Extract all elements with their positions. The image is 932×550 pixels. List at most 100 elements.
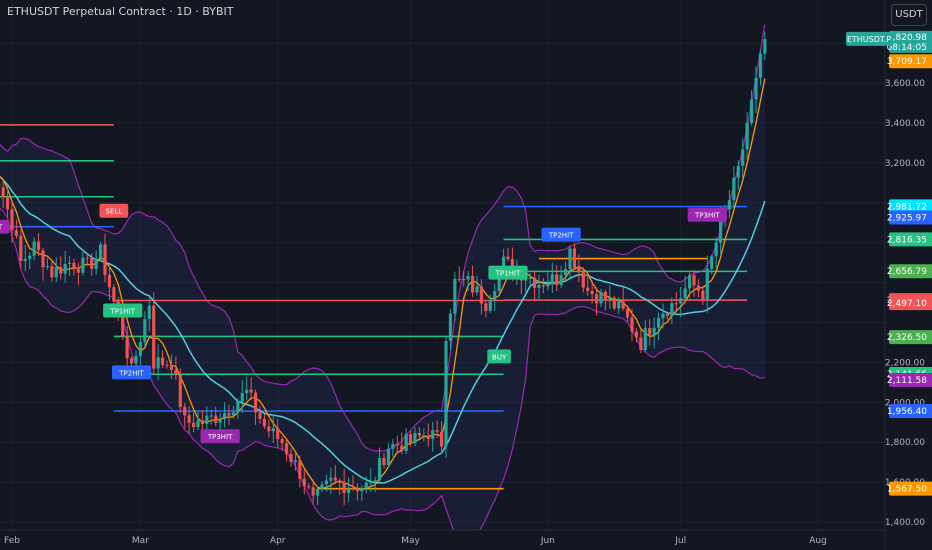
- candle-body: [696, 285, 701, 291]
- candle-body: [262, 418, 267, 427]
- candle-body: [355, 488, 360, 492]
- candle-body: [422, 435, 426, 437]
- price-tick-label: 1,400.00: [885, 518, 925, 528]
- candle-body: [488, 300, 492, 311]
- candle-body: [479, 286, 484, 304]
- candle-body: [639, 337, 643, 351]
- candle-body: [377, 457, 382, 481]
- candle-body: [665, 313, 670, 316]
- candlestick-chart[interactable]: SELLBUYTP1HITTP1HITTP2HITTP3HITTP1HITTP2…: [0, 0, 932, 550]
- time-tick-label: May: [401, 536, 420, 546]
- candle-body: [754, 77, 758, 100]
- candle-body: [462, 278, 466, 280]
- candle-body: [621, 301, 625, 309]
- candle-body: [577, 268, 581, 273]
- candle-body: [369, 481, 373, 483]
- candle-body: [222, 413, 227, 420]
- candle-body: [453, 278, 457, 314]
- price-label-text: 1,567.50: [887, 485, 927, 495]
- candle-body: [732, 177, 736, 201]
- candle-body: [214, 415, 218, 423]
- time-axis[interactable]: Feb Mar Apr May Jun Jul Aug: [0, 529, 885, 550]
- candle-body: [165, 365, 169, 367]
- candle-body: [413, 433, 417, 443]
- candle-body: [674, 303, 678, 305]
- candle-body: [249, 389, 253, 393]
- candle-body: [138, 342, 143, 356]
- candle-body: [484, 303, 488, 311]
- candle-body: [617, 301, 621, 309]
- candle-body: [506, 256, 510, 259]
- price-label-text: 2,816.35: [887, 235, 927, 245]
- candle-body: [572, 248, 577, 269]
- candle-body: [581, 272, 585, 288]
- candle-body: [240, 393, 244, 402]
- candle-body: [103, 244, 107, 275]
- candle-body: [563, 268, 568, 276]
- candle-body: [183, 406, 187, 416]
- candle-body: [346, 488, 351, 494]
- candle-body: [191, 422, 196, 427]
- candle-body: [231, 412, 236, 416]
- candle-body: [196, 420, 200, 427]
- candle-body: [72, 262, 76, 270]
- candle-body: [727, 200, 732, 210]
- candle-body: [54, 266, 58, 278]
- candle-body: [5, 197, 10, 210]
- candle-body: [329, 477, 333, 481]
- signal-label-text: TP1HIT: [495, 270, 521, 278]
- candle-body: [386, 448, 391, 466]
- candle-body: [152, 305, 156, 369]
- candle-body: [276, 428, 280, 440]
- candle-body: [187, 415, 191, 423]
- candle-body: [156, 357, 160, 369]
- candle-body: [439, 431, 444, 447]
- price-label-text: 3,709.17: [887, 57, 927, 67]
- time-tick-label: Jul: [674, 536, 686, 546]
- candle-body: [612, 297, 616, 309]
- candle-body: [134, 355, 138, 364]
- candle-body: [360, 487, 364, 492]
- chart-title: ETHUSDT Perpetual Contract · 1D · BYBIT: [7, 5, 234, 18]
- price-label-text: 2,656.79: [887, 267, 927, 277]
- candle-body: [311, 487, 315, 496]
- candle-body: [391, 443, 395, 449]
- candle-body: [178, 374, 182, 407]
- candle-body: [125, 336, 129, 359]
- candle-body: [608, 297, 612, 300]
- price-tick-label: 3,400.00: [885, 119, 925, 129]
- candle-body: [307, 486, 311, 488]
- candle-body: [736, 165, 740, 178]
- candle-body: [687, 275, 692, 289]
- candle-body: [532, 277, 537, 288]
- candle-body: [373, 480, 377, 482]
- candle-body: [417, 433, 422, 436]
- candle-body: [32, 241, 36, 256]
- candle-body: [129, 358, 134, 364]
- currency-unit-button[interactable]: USDT: [891, 4, 927, 26]
- candle-body: [586, 287, 590, 291]
- candle-body: [745, 122, 749, 150]
- candle-body: [289, 453, 293, 462]
- candle-body: [603, 291, 608, 300]
- candle-body: [253, 392, 258, 413]
- candle-body: [470, 275, 475, 293]
- candle-body: [81, 257, 85, 273]
- candle-body: [364, 482, 368, 488]
- candle-body: [45, 266, 50, 268]
- candle-body: [200, 420, 205, 424]
- candle-body: [692, 275, 696, 286]
- candle-body: [258, 412, 262, 419]
- price-tick-label: 3,200.00: [885, 159, 925, 169]
- time-tick-label: Apr: [270, 536, 286, 546]
- signal-label-text: TP3HIT: [207, 433, 233, 441]
- candle-body: [28, 255, 32, 259]
- candle-body: [670, 303, 674, 316]
- candle-body: [475, 286, 479, 293]
- candle-body: [85, 257, 89, 259]
- signal-label-text: TP3HIT: [694, 212, 720, 220]
- candle-body: [457, 278, 461, 280]
- candle-body: [404, 434, 408, 452]
- candle-body: [555, 274, 559, 286]
- price-label-text: 2,326.50: [887, 333, 927, 343]
